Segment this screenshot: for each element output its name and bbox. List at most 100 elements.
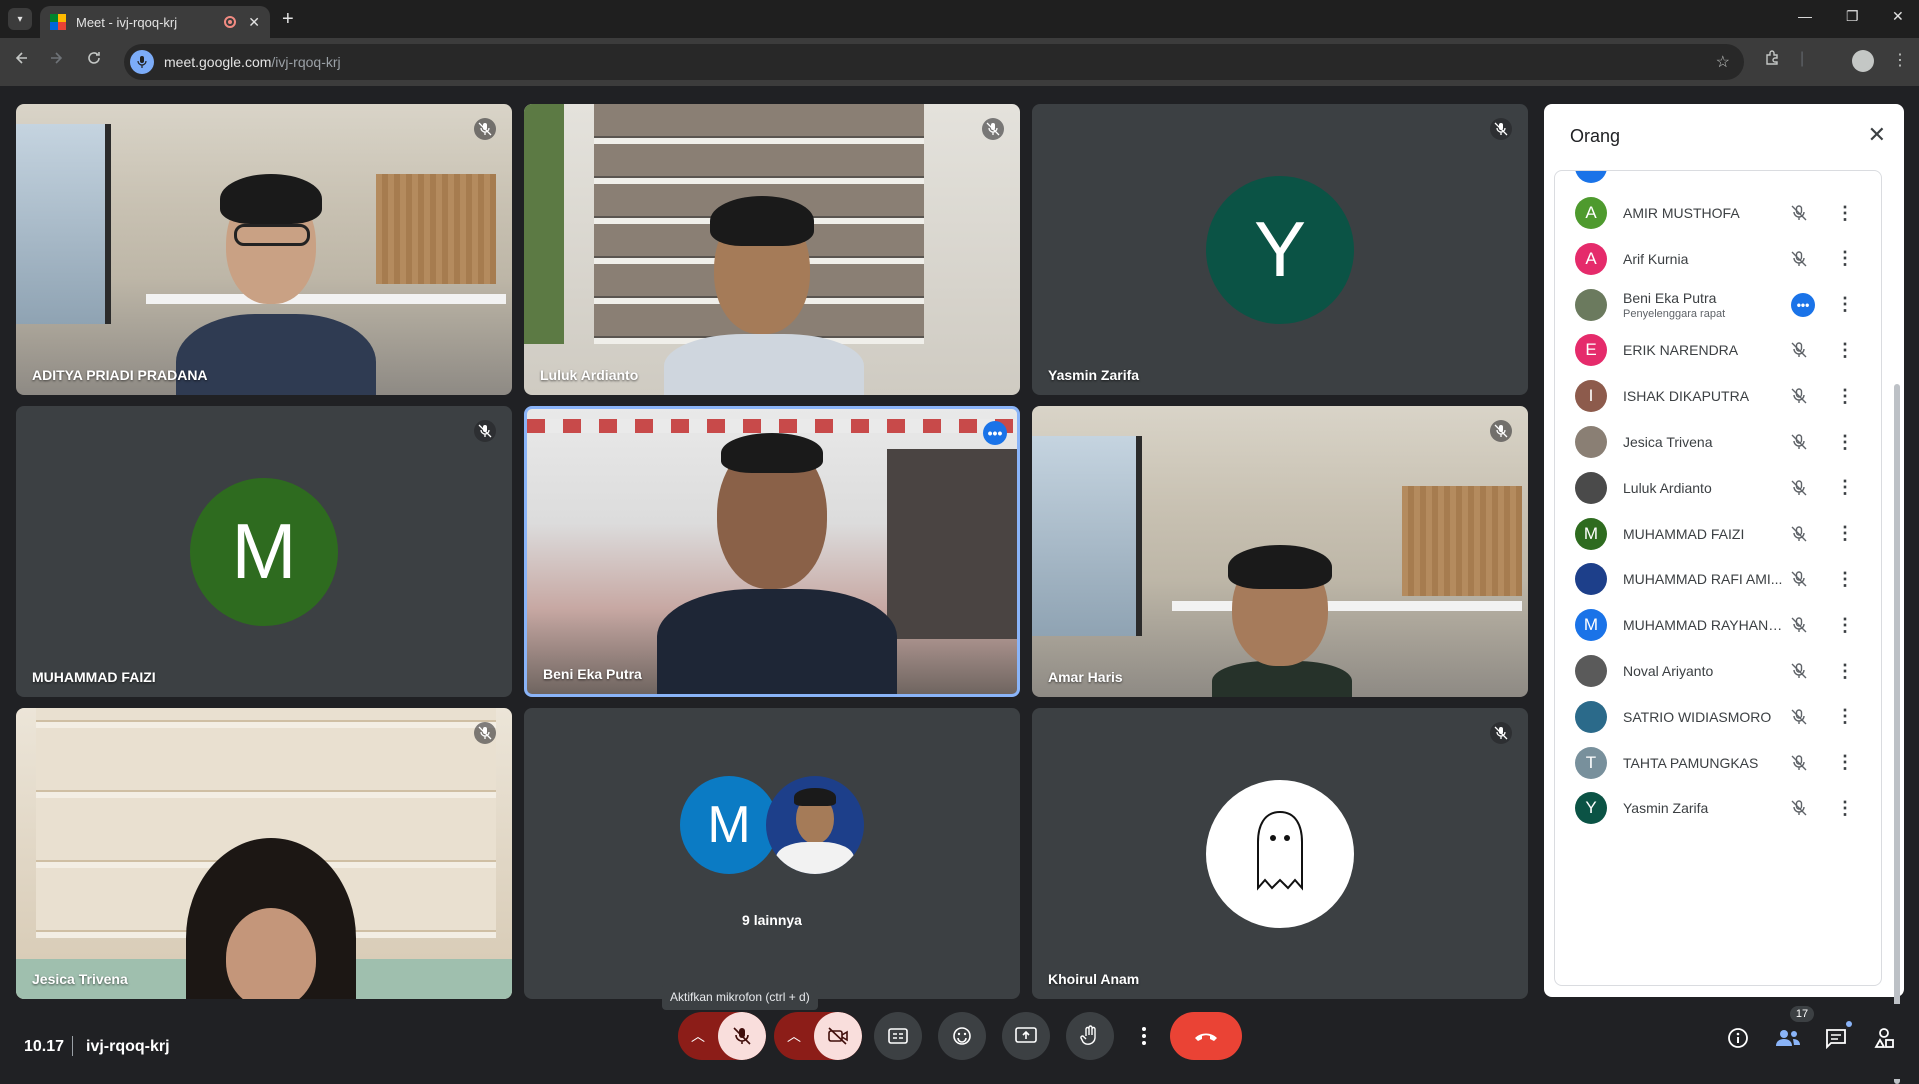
captions-button[interactable] (874, 1012, 922, 1060)
participant-name: Jesica Trivena (32, 971, 128, 987)
muted-mic-icon (1787, 201, 1811, 225)
meeting-time: 10.17 (24, 1038, 65, 1055)
camera-toggle-button[interactable] (814, 1012, 862, 1060)
scrollbar[interactable] (1894, 384, 1900, 1084)
browser-menu-icon[interactable]: ⋮ (1892, 50, 1908, 70)
url-field[interactable]: meet.google.com/ivj-rqoq-krj ☆ (124, 44, 1744, 80)
people-icon[interactable] (1774, 1024, 1802, 1052)
window-close-button[interactable]: ✕ (1892, 8, 1904, 25)
background-window (16, 124, 111, 324)
restore-button[interactable]: ❐ (1846, 8, 1859, 25)
video-tile[interactable]: Amar Haris (1032, 406, 1528, 697)
participant-more-options-icon[interactable]: ⋮ (1833, 338, 1857, 362)
participant-name: MUHAMMAD FAIZI (1623, 525, 1745, 542)
muted-mic-icon (1490, 118, 1512, 140)
muted-mic-icon (474, 118, 496, 140)
video-tile[interactable]: Jesica Trivena (16, 708, 512, 999)
close-icon[interactable]: ✕ (1868, 122, 1886, 148)
camera-options-chevron-icon[interactable]: ︿ (774, 1012, 814, 1060)
participant-more-options-icon[interactable]: ⋮ (1833, 567, 1857, 591)
muted-mic-icon (1787, 384, 1811, 408)
mic-permission-icon[interactable] (130, 50, 154, 74)
new-tab-button[interactable]: + (282, 8, 294, 31)
muted-mic-icon (1787, 430, 1811, 454)
url-host: meet.google.com (164, 54, 272, 70)
video-tile[interactable]: Y Yasmin Zarifa (1032, 104, 1528, 395)
mic-options-chevron-icon[interactable]: ︿ (678, 1012, 718, 1060)
participant-name: Yasmin Zarifa (1623, 800, 1709, 817)
muted-mic-icon (1787, 476, 1811, 500)
participant-name: MUHAMMAD FAIZI (32, 669, 156, 685)
participant-more-options-icon[interactable]: ⋮ (1833, 751, 1857, 775)
others-tile[interactable]: M 9 lainnya (524, 708, 1020, 999)
tab-close-icon[interactable]: ✕ (248, 14, 260, 31)
participant-name: MUHAMMAD RAFI AMI... (1623, 571, 1783, 588)
participant-list[interactable]: A AMIR MUSTHOFA ⋮ A Arif Kurnia ⋮ Beni Eka Put… (1554, 170, 1882, 986)
participant-more-options-icon[interactable]: ⋮ (1833, 705, 1857, 729)
participant-name: Noval Ariyanto (1623, 663, 1714, 679)
participant-more-options-icon[interactable]: ⋮ (1833, 659, 1857, 683)
participant-avatar: T (1575, 746, 1607, 779)
present-screen-button[interactable] (1002, 1012, 1050, 1060)
divider: | (1800, 50, 1805, 67)
profile-avatar[interactable] (1852, 50, 1874, 72)
meeting-info-icon[interactable] (1724, 1024, 1752, 1052)
participant-more-options-icon[interactable]: ⋮ (1833, 613, 1857, 637)
participant-more-options-icon[interactable]: ⋮ (1833, 293, 1857, 317)
muted-mic-icon (1787, 522, 1811, 546)
participant-name: Yasmin Zarifa (1048, 367, 1140, 383)
participant-more-options-icon[interactable]: ⋮ (1833, 476, 1857, 500)
video-tile-active-speaker[interactable]: ••• Beni Eka Putra (524, 406, 1020, 697)
leave-call-button[interactable] (1170, 1012, 1242, 1060)
raise-hand-button[interactable] (1066, 1012, 1114, 1060)
background-window (1032, 436, 1142, 636)
muted-mic-icon (474, 420, 496, 442)
background-door (887, 449, 1017, 639)
participant-avatar (1575, 563, 1607, 596)
speaking-indicator-icon[interactable]: ••• (983, 421, 1007, 445)
others-avatar: M (680, 776, 778, 874)
participant-more-options-icon[interactable]: ⋮ (1833, 201, 1857, 225)
muted-mic-icon (1787, 567, 1811, 591)
mic-toggle-button[interactable] (718, 1012, 766, 1060)
bookmark-star-icon[interactable]: ☆ (1716, 52, 1730, 72)
background-wood-panel (1402, 486, 1522, 596)
muted-mic-icon (1787, 613, 1811, 637)
background-table (146, 294, 506, 304)
participant-avatar (1575, 471, 1607, 504)
participant-more-options-icon[interactable]: ⋮ (1833, 430, 1857, 454)
muted-mic-icon (1787, 247, 1811, 271)
address-bar: meet.google.com/ivj-rqoq-krj ☆ | ⋮ (0, 38, 1919, 86)
back-button[interactable] (14, 50, 30, 71)
video-tile[interactable]: Luluk Ardianto (524, 104, 1020, 395)
participant-name: Amar Haris (1048, 669, 1123, 685)
tab-search-chevron-icon[interactable]: ▾ (8, 8, 32, 30)
participant-row[interactable]: Y Yasmin Zarifa ⋮ (1555, 780, 1881, 836)
video-tile[interactable]: Khoirul Anam (1032, 708, 1528, 999)
participant-name: ERIK NARENDRA (1623, 342, 1739, 359)
video-tile[interactable]: M MUHAMMAD FAIZI (16, 406, 512, 697)
extension-puzzle-icon[interactable] (1764, 50, 1780, 71)
participant-more-options-icon[interactable]: ⋮ (1833, 384, 1857, 408)
muted-mic-icon (1490, 420, 1512, 442)
participant-more-options-icon[interactable]: ⋮ (1833, 796, 1857, 820)
minimize-button[interactable]: — (1798, 8, 1812, 24)
participant-name: Arif Kurnia (1623, 250, 1689, 267)
reload-button[interactable] (86, 50, 102, 71)
more-options-icon[interactable] (1130, 1012, 1158, 1060)
participant-avatar-ghost (1206, 779, 1354, 928)
forward-button[interactable] (48, 50, 64, 71)
participant-more-options-icon[interactable]: ⋮ (1833, 247, 1857, 271)
tab-title: Meet - ivj-rqoq-krj (76, 14, 178, 30)
participant-more-options-icon[interactable]: ⋮ (1833, 522, 1857, 546)
background-table (1172, 601, 1522, 611)
video-tile[interactable]: ADITYA PRIADI PRADANA (16, 104, 512, 395)
participant-avatar: M (1575, 517, 1607, 550)
meet-favicon-icon (50, 14, 66, 30)
activities-icon[interactable] (1870, 1024, 1898, 1052)
browser-tab[interactable]: Meet - ivj-rqoq-krj ✕ (40, 6, 270, 38)
partial-avatar (1575, 171, 1607, 183)
people-panel: Orang ✕ A AMIR MUSTHOFA ⋮ A Arif Kurnia ⋮ Beni… (1544, 104, 1904, 1084)
emoji-reaction-button[interactable] (938, 1012, 986, 1060)
chat-icon[interactable] (1822, 1024, 1850, 1052)
